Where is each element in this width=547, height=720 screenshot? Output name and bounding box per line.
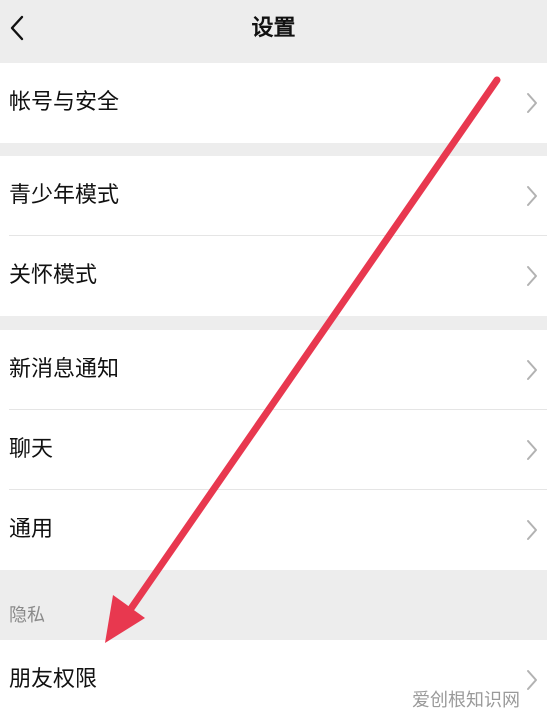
settings-item-label: 聊天 — [9, 437, 54, 462]
settings-item-label: 青少年模式 — [9, 183, 120, 208]
settings-group-account: 帐号与安全 — [0, 63, 547, 143]
settings-item-teen-mode[interactable]: 青少年模式 — [0, 156, 547, 236]
chevron-right-icon — [527, 520, 537, 540]
settings-item-notifications[interactable]: 新消息通知 — [0, 330, 547, 410]
nav-bar: 设置 — [0, 0, 547, 63]
chevron-right-icon — [527, 670, 537, 690]
settings-item-account-security[interactable]: 帐号与安全 — [0, 63, 547, 143]
settings-screen: 设置 帐号与安全 青少年模式 关怀模式 新消息通知 聊天 通用 隐私 朋友权限 … — [0, 0, 547, 720]
settings-item-label: 帐号与安全 — [9, 90, 120, 115]
settings-item-label: 新消息通知 — [9, 357, 120, 382]
settings-item-care-mode[interactable]: 关怀模式 — [0, 236, 547, 316]
settings-item-label: 关怀模式 — [9, 263, 98, 288]
chevron-right-icon — [527, 440, 537, 460]
settings-item-general[interactable]: 通用 — [0, 490, 547, 570]
chevron-right-icon — [527, 93, 537, 113]
chevron-right-icon — [527, 266, 537, 286]
chevron-right-icon — [527, 186, 537, 206]
settings-group-general: 新消息通知 聊天 通用 — [0, 330, 547, 570]
watermark-text: 爱创根知识网 — [412, 690, 520, 711]
section-label-privacy: 隐私 — [9, 605, 45, 626]
page-title: 设置 — [251, 16, 296, 41]
settings-item-label: 朋友权限 — [9, 667, 98, 692]
annotation-arrow-head — [105, 595, 145, 643]
settings-group-modes: 青少年模式 关怀模式 — [0, 156, 547, 316]
settings-item-chat[interactable]: 聊天 — [0, 410, 547, 490]
chevron-right-icon — [527, 360, 537, 380]
settings-item-label: 通用 — [9, 517, 54, 542]
